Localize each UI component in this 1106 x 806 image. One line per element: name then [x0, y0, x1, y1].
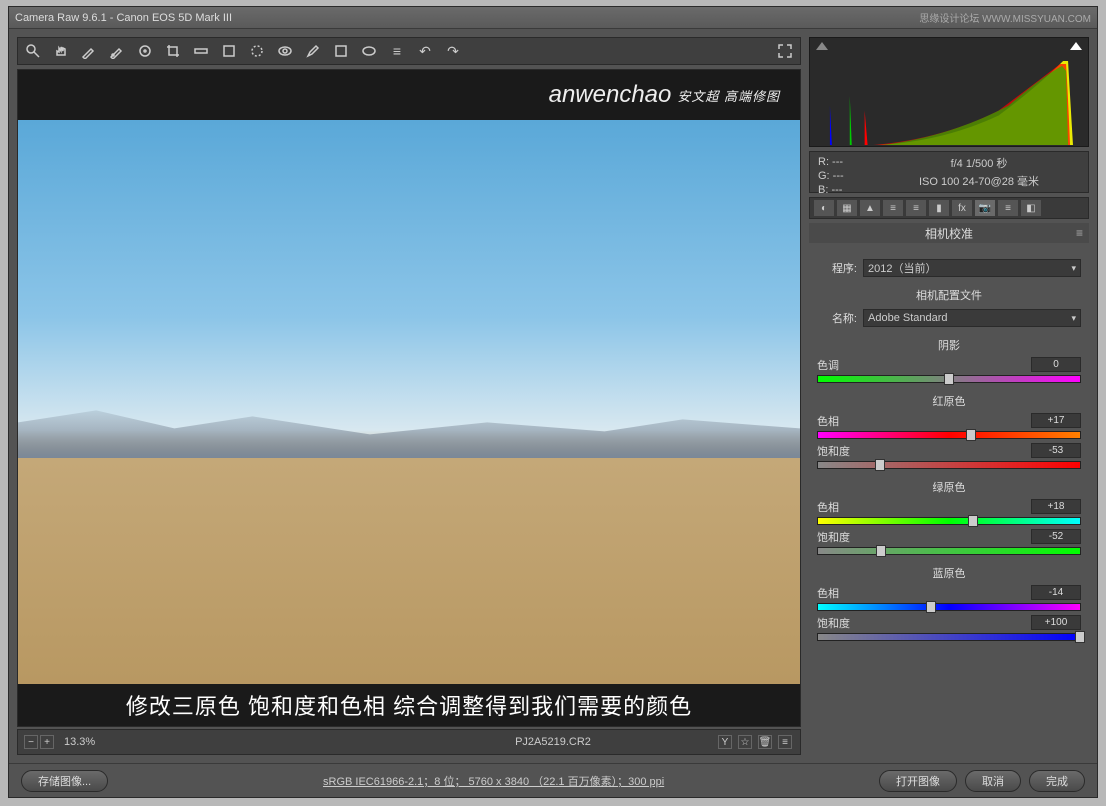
process-select[interactable]: 2012（当前）▾	[863, 259, 1081, 277]
straighten-icon[interactable]	[192, 42, 210, 60]
cancel-button[interactable]: 取消	[965, 770, 1021, 792]
red-sat-slider[interactable]	[817, 461, 1081, 469]
meta-exposure: f/4 1/500 秒	[951, 155, 1008, 171]
red-hue-slider[interactable]	[817, 431, 1081, 439]
green-sat-value[interactable]: -52	[1031, 529, 1081, 544]
compare-toggle[interactable]: Y	[718, 735, 732, 749]
tab-hsl[interactable]: ≡	[883, 200, 903, 216]
tab-presets[interactable]: ≡	[998, 200, 1018, 216]
color-sampler-icon[interactable]	[108, 42, 126, 60]
gradient-icon[interactable]	[332, 42, 350, 60]
app-window: Camera Raw 9.6.1 - Canon EOS 5D Mark III…	[8, 6, 1098, 798]
zoom-level[interactable]: 13.3%	[64, 736, 95, 748]
meta-g: G: ---	[818, 170, 878, 182]
zoom-in-button[interactable]: +	[40, 735, 54, 749]
titlebar: Camera Raw 9.6.1 - Canon EOS 5D Mark III…	[9, 7, 1097, 29]
hand-tool-icon[interactable]	[52, 42, 70, 60]
site-watermark: 思缘设计论坛 WWW.MISSYUAN.COM	[919, 10, 1091, 25]
filename-label: PJ2A5219.CR2	[515, 736, 591, 748]
toolbar: ≡ ↶ ↷	[17, 37, 801, 65]
tint-value[interactable]: 0	[1031, 357, 1081, 372]
red-title: 红原色	[817, 393, 1081, 409]
meta-b: B: ---	[818, 184, 878, 196]
tab-curve[interactable]: ▦	[837, 200, 857, 216]
blue-hue-value[interactable]: -14	[1031, 585, 1081, 600]
profile-select[interactable]: Adobe Standard▾	[863, 309, 1081, 327]
tab-snapshots[interactable]: ◧	[1021, 200, 1041, 216]
caption-text: 修改三原色 饱和度和色相 综合调整得到我们需要的颜色	[18, 684, 800, 726]
panel-tabs: ◐ ▦ ▲ ≡ ≡ ▮ fx 📷 ≡ ◧	[809, 197, 1089, 219]
prefs-icon[interactable]: ≡	[388, 42, 406, 60]
tab-fx[interactable]: fx	[952, 200, 972, 216]
tint-label: 色调	[817, 357, 861, 373]
preview-footer: − + 13.3% PJ2A5219.CR2 Y ☆ 🗑 ≡	[17, 729, 801, 755]
green-hue-value[interactable]: +18	[1031, 499, 1081, 514]
profile-title: 相机配置文件	[817, 287, 1081, 303]
crop-tool-icon[interactable]	[164, 42, 182, 60]
zoom-out-button[interactable]: −	[24, 735, 38, 749]
trash-icon[interactable]: 🗑	[758, 735, 772, 749]
profile-label: 名称:	[817, 310, 857, 326]
tab-calibration[interactable]: 📷	[975, 200, 995, 216]
panel-menu-icon[interactable]: ≡	[1076, 226, 1083, 240]
tint-slider[interactable]	[817, 375, 1081, 383]
blue-title: 蓝原色	[817, 565, 1081, 581]
green-title: 绿原色	[817, 479, 1081, 495]
rotate-cw-icon[interactable]: ↷	[444, 42, 462, 60]
preview-watermark: anwenchao 安文超 高端修图	[18, 70, 800, 120]
preview-area: anwenchao 安文超 高端修图 修改三原色 饱和度和色相 综合调整得到我们…	[17, 69, 801, 727]
target-adjust-icon[interactable]	[136, 42, 154, 60]
spot-heal-icon[interactable]	[248, 42, 266, 60]
brush-icon[interactable]	[304, 42, 322, 60]
workflow-link[interactable]: sRGB IEC61966-2.1；8 位； 5760 x 3840 （22.1…	[118, 773, 869, 789]
rating-icon[interactable]: ☆	[738, 735, 752, 749]
adjust-icon[interactable]: ≡	[778, 735, 792, 749]
red-hue-value[interactable]: +17	[1031, 413, 1081, 428]
red-sat-value[interactable]: -53	[1031, 443, 1081, 458]
tab-lens[interactable]: ▮	[929, 200, 949, 216]
footer: 存储图像... sRGB IEC61966-2.1；8 位； 5760 x 38…	[9, 763, 1097, 797]
zoom-tool-icon[interactable]	[24, 42, 42, 60]
meta-r: R: ---	[818, 156, 878, 168]
metadata-panel: R: --- G: --- B: --- f/4 1/500 秒 ISO 100…	[809, 151, 1089, 193]
blue-hue-slider[interactable]	[817, 603, 1081, 611]
tab-split[interactable]: ≡	[906, 200, 926, 216]
rotate-ccw-icon[interactable]: ↶	[416, 42, 434, 60]
calibration-panel: 程序: 2012（当前）▾ 相机配置文件 名称: Adobe Standard▾…	[809, 247, 1089, 755]
process-label: 程序:	[817, 260, 857, 276]
shadows-title: 阴影	[817, 337, 1081, 353]
radial-icon[interactable]	[360, 42, 378, 60]
redeye-icon[interactable]	[276, 42, 294, 60]
highlight-clip-icon[interactable]	[1070, 42, 1082, 50]
tab-detail[interactable]: ▲	[860, 200, 880, 216]
panel-title: 相机校准 ≡	[809, 223, 1089, 243]
fullscreen-icon[interactable]	[776, 42, 794, 60]
blue-sat-slider[interactable]	[817, 633, 1081, 641]
app-title: Camera Raw 9.6.1 - Canon EOS 5D Mark III	[15, 12, 232, 24]
meta-iso: ISO 100 24-70@28 毫米	[919, 173, 1039, 189]
white-balance-icon[interactable]	[80, 42, 98, 60]
open-button[interactable]: 打开图像	[879, 770, 957, 792]
photo-preview[interactable]	[18, 120, 800, 684]
shadow-clip-icon[interactable]	[816, 42, 828, 50]
tab-basic[interactable]: ◐	[814, 200, 834, 216]
save-button[interactable]: 存储图像...	[21, 770, 108, 792]
green-sat-slider[interactable]	[817, 547, 1081, 555]
blue-sat-value[interactable]: +100	[1031, 615, 1081, 630]
done-button[interactable]: 完成	[1029, 770, 1085, 792]
green-hue-slider[interactable]	[817, 517, 1081, 525]
histogram[interactable]	[809, 37, 1089, 147]
transform-icon[interactable]	[220, 42, 238, 60]
